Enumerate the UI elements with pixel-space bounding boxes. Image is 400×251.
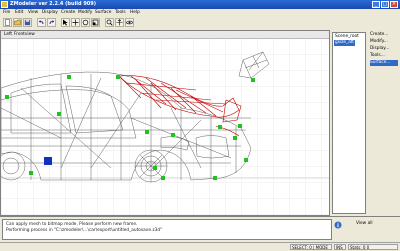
scene-item-selected[interactable]: gsize_aft: [334, 40, 355, 46]
vertex-handle[interactable]: [29, 171, 33, 175]
scale-icon[interactable]: [91, 18, 100, 27]
menu-view[interactable]: View: [28, 10, 38, 15]
menu-modify[interactable]: Modify: [78, 10, 92, 15]
vertex-handle[interactable]: [213, 176, 217, 180]
vertex-handle[interactable]: [116, 75, 120, 79]
vertex-handle[interactable]: [57, 112, 61, 116]
viewport-grid: [1, 38, 329, 215]
new-icon[interactable]: [3, 18, 12, 27]
status-stats: Stats: 0 0: [348, 244, 398, 250]
viewport-name[interactable]: Left: [4, 32, 12, 37]
window-title: ZModeler ver 2.2.4 (build 909): [10, 1, 97, 7]
scene-tree[interactable]: Scene_root gsize_aft: [332, 32, 366, 214]
side-button-tools[interactable]: Tools...: [370, 53, 398, 59]
info-icon: [334, 221, 342, 229]
undo-icon[interactable]: [37, 18, 46, 27]
side-button-display[interactable]: Display...: [370, 46, 398, 52]
status-selection: SELECT: 0 | MODE: [290, 244, 332, 250]
close-button[interactable]: ×: [390, 1, 398, 8]
vertex-handle[interactable]: [5, 95, 9, 99]
viewport-left[interactable]: Left Frontview: [0, 30, 330, 216]
redo-icon[interactable]: [47, 18, 56, 27]
menu-tools[interactable]: Tools: [115, 10, 126, 15]
side-button-modify[interactable]: Modify...: [370, 39, 398, 45]
vertex-handle[interactable]: [145, 130, 149, 134]
vertex-handle[interactable]: [161, 176, 165, 180]
open-icon[interactable]: [13, 18, 22, 27]
wireframe-scene[interactable]: [1, 38, 329, 216]
select-icon[interactable]: [61, 18, 70, 27]
vertex-handle[interactable]: [171, 133, 175, 137]
status-insert: INS: [334, 244, 346, 250]
pivot-marker[interactable]: [44, 157, 52, 165]
title-bar: ZModeler ver 2.2.4 (build 909) _ □ ×: [0, 0, 400, 9]
menu-create[interactable]: Create: [61, 10, 75, 15]
save-icon[interactable]: [23, 18, 32, 27]
app-icon: [1, 1, 8, 8]
rotate-icon[interactable]: [81, 18, 90, 27]
zoom-icon[interactable]: [105, 18, 114, 27]
menu-bar: File Edit View Display Create Modify Sur…: [0, 9, 400, 16]
right-panel: Scene_root gsize_aft Create... Modify...…: [330, 30, 400, 216]
vertex-handle[interactable]: [218, 125, 222, 129]
log-output[interactable]: Can apply mesh to bitmap mode. Please pe…: [2, 219, 332, 240]
menu-help[interactable]: Help: [130, 10, 140, 15]
vertex-handle[interactable]: [67, 75, 71, 79]
menu-file[interactable]: File: [3, 10, 10, 15]
pan-icon[interactable]: [115, 18, 124, 27]
vertex-handle[interactable]: [153, 166, 157, 170]
maximize-button[interactable]: □: [381, 1, 389, 8]
vertex-handle[interactable]: [244, 158, 248, 162]
minimize-button[interactable]: _: [372, 1, 380, 8]
side-button-create[interactable]: Create...: [370, 32, 398, 38]
menu-display[interactable]: Display: [42, 10, 58, 15]
menu-edit[interactable]: Edit: [15, 10, 23, 15]
side-button-surface[interactable]: Surface...: [370, 60, 398, 66]
move-icon[interactable]: [71, 18, 80, 27]
viewport-mode[interactable]: Frontview: [14, 32, 35, 37]
vertex-handle[interactable]: [251, 78, 255, 82]
orbit-icon[interactable]: [125, 18, 134, 27]
log-line: Can apply mesh to bitmap mode. Please pe…: [6, 222, 138, 227]
vertex-handle[interactable]: [238, 124, 242, 128]
toolbar: [0, 16, 400, 31]
view-all-button[interactable]: View all: [356, 221, 373, 226]
log-line: Performing process in "C:\zmodeler\...\c…: [6, 228, 163, 233]
vertex-handle[interactable]: [233, 136, 237, 140]
menu-surface[interactable]: Surface: [95, 10, 111, 15]
log-panel: Can apply mesh to bitmap mode. Please pe…: [0, 216, 400, 243]
